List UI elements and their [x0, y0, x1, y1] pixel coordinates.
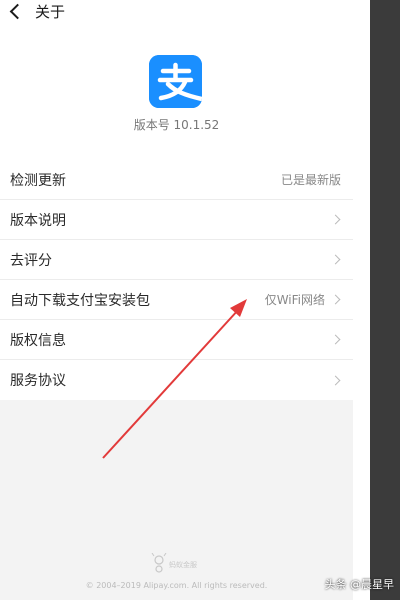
phone-screen: 关于 版本号 10.1.52 检测更新 已是最新版 版本说明 去评分 自动下载支…: [0, 0, 353, 600]
watermark-text: 头条 @晨星早: [324, 578, 395, 591]
side-panel: [353, 0, 400, 600]
annotation-arrow: [102, 299, 247, 459]
dark-edge: [370, 0, 400, 600]
